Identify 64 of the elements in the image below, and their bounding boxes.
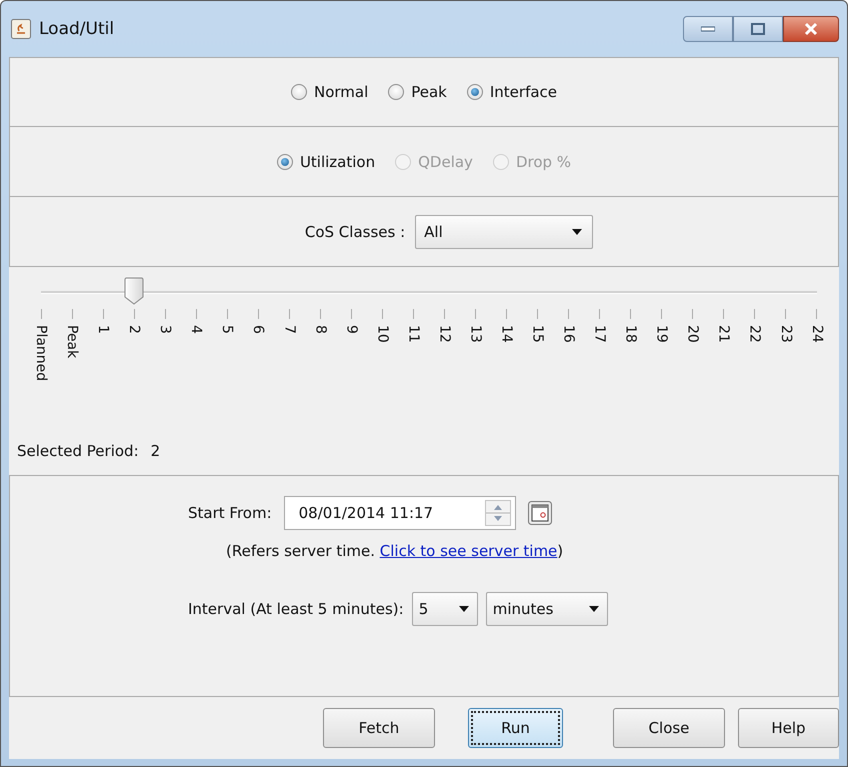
- interval-amount-dropdown[interactable]: 5: [412, 592, 478, 626]
- close-icon: [803, 22, 819, 36]
- slider-thumb[interactable]: [124, 277, 144, 305]
- tick-label: 15: [530, 325, 546, 343]
- maximize-button[interactable]: [733, 16, 783, 42]
- tick-label: 5: [219, 325, 236, 334]
- calendar-icon[interactable]: [528, 501, 552, 525]
- server-time-note: (Refers server time. Click to see server time): [226, 542, 564, 560]
- tick-label: 22: [746, 325, 763, 343]
- tick-label: 16: [560, 325, 577, 343]
- caret-icon: [572, 228, 582, 234]
- radio-button[interactable]: [466, 84, 483, 100]
- spinner-arrows-icon[interactable]: [484, 500, 511, 526]
- maximize-icon: [751, 23, 765, 35]
- interval-unit-dropdown[interactable]: minutes: [486, 592, 608, 626]
- tick-label: 1: [95, 325, 112, 334]
- tick-label: 7: [281, 325, 298, 334]
- field-label: Interval (At least 5 minutes):: [188, 600, 404, 618]
- dialog-button[interactable]: Close: [613, 708, 725, 748]
- tick-label: 20: [684, 325, 701, 343]
- field-label: Start From:: [188, 504, 272, 522]
- tick-label: 18: [622, 325, 639, 343]
- cos-classes-dropdown[interactable]: All: [415, 214, 594, 248]
- selected-period-label: Selected Period:: [17, 442, 139, 460]
- selected-period-value: 2: [150, 442, 160, 460]
- app-icon: [11, 19, 31, 39]
- caret-icon: [588, 606, 599, 612]
- tick-label: 8: [312, 325, 328, 334]
- server-time-link[interactable]: Click to see server time: [380, 542, 558, 560]
- radio-option[interactable]: Normal: [290, 83, 368, 101]
- tick-label: 11: [405, 325, 422, 343]
- tick-label: 19: [654, 325, 670, 343]
- close-button[interactable]: [783, 16, 839, 42]
- field-label: CoS Classes :: [304, 222, 406, 240]
- tick-label: 23: [778, 325, 794, 343]
- tick-label: 6: [250, 325, 266, 334]
- tick-label: 24: [808, 325, 825, 343]
- tick-label: 13: [467, 325, 484, 343]
- tick-label: 4: [188, 325, 204, 334]
- caret-icon: [458, 606, 469, 612]
- dialog-button[interactable]: Run: [468, 708, 564, 748]
- tick-label: Peak: [64, 325, 80, 358]
- tick-label: 17: [592, 325, 608, 343]
- radio-option[interactable]: Peak: [388, 83, 447, 101]
- radio-button[interactable]: [290, 84, 307, 100]
- tick-label: 3: [157, 325, 174, 334]
- dialog-button[interactable]: Fetch: [323, 708, 435, 748]
- date-time-spinner[interactable]: 08/01/2014 11:17: [284, 496, 516, 530]
- window-title: Load/Util: [39, 19, 116, 39]
- minimize-button[interactable]: [683, 16, 733, 42]
- tick-label: 10: [374, 325, 390, 343]
- tick-label: 21: [716, 325, 732, 343]
- tick-label: 14: [498, 325, 514, 343]
- radio-button[interactable]: [388, 84, 404, 100]
- slider-track[interactable]: [41, 277, 817, 305]
- radio-button[interactable]: [276, 154, 293, 170]
- radio-option[interactable]: Interface: [466, 83, 558, 101]
- tick-label: Planned: [33, 325, 49, 382]
- dialog-button[interactable]: Help: [738, 708, 839, 748]
- tick-label: 12: [436, 325, 452, 343]
- radio-option[interactable]: Utilization: [276, 152, 376, 170]
- minimize-icon: [701, 26, 715, 32]
- tick-label: 9: [343, 325, 360, 334]
- tick-label: 2: [126, 325, 142, 334]
